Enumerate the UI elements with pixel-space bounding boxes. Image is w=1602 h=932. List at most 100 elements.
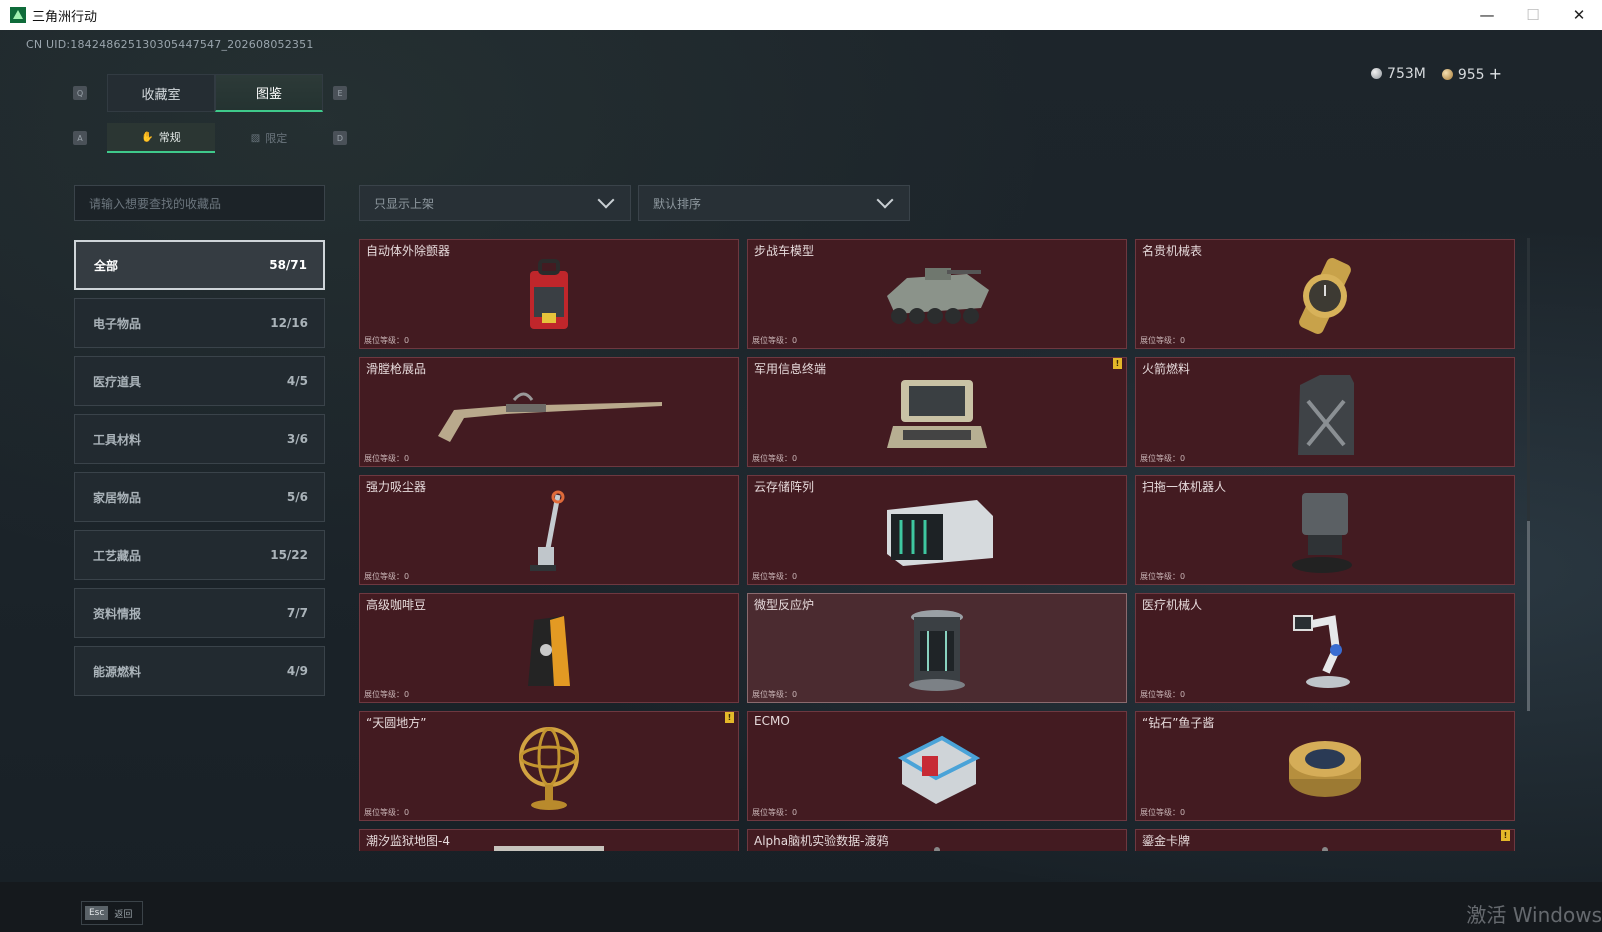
scrollbar-thumb[interactable] <box>1527 521 1530 711</box>
category-label: 能源燃料 <box>93 664 142 679</box>
storage-array-icon <box>748 488 1126 576</box>
bottom-bar: Esc 返回 激活 Windows <box>0 882 1602 932</box>
window-title: 三角洲行动 <box>32 9 98 25</box>
tab-collection-room[interactable]: 收藏室 <box>107 74 215 112</box>
back-button[interactable]: Esc 返回 <box>81 901 143 925</box>
collectible-card[interactable]: 云存储阵列 展位等级：0 <box>747 475 1127 585</box>
shelf-filter-dropdown[interactable]: 只显示上架 <box>359 185 631 221</box>
search-input[interactable]: 请输入想要查找的收藏品 <box>74 185 325 221</box>
reactor-icon <box>748 606 1126 694</box>
gold-coin-icon <box>1441 69 1453 80</box>
category-label: 工艺藏品 <box>93 548 142 563</box>
collectible-card[interactable]: 潮汐监狱地图-4 <box>359 829 739 851</box>
subtab-regular[interactable]: ✋ 常规 <box>107 123 215 153</box>
map-icon <box>360 826 738 851</box>
category-item[interactable]: 工具材料 3/6 <box>74 414 325 464</box>
booth-level-label: 展位等级：0 <box>752 808 798 817</box>
coffee-bag-icon <box>360 606 738 694</box>
key-hint-q: Q <box>73 86 87 100</box>
booth-level-label: 展位等级：0 <box>364 336 410 345</box>
vacuum-icon <box>360 488 738 576</box>
collectible-card[interactable]: 强力吸尘器 展位等级：0 <box>359 475 739 585</box>
silver-coin-icon <box>1371 67 1383 79</box>
silver-currency: 753M <box>1371 66 1426 82</box>
category-count: 4/9 <box>286 664 308 678</box>
subtab-limited[interactable]: ▧ 限定 <box>215 123 323 153</box>
collectible-card[interactable]: 名贵机械表 展位等级：0 <box>1135 239 1515 349</box>
new-item-badge: ! <box>1113 358 1122 369</box>
ifv-model-icon <box>748 252 1126 340</box>
booth-level-label: 展位等级：0 <box>364 454 410 463</box>
maximize-button[interactable]: ☐ <box>1510 0 1556 30</box>
robot-mop-icon <box>1136 488 1514 576</box>
picture-icon: ▧ <box>250 132 261 144</box>
category-item[interactable]: 能源燃料 4/9 <box>74 646 325 696</box>
subtab-limited-label: 限定 <box>265 132 288 145</box>
collectible-card[interactable]: 鎏金卡牌! <box>1135 829 1515 851</box>
subtab-regular-label: 常规 <box>158 131 181 144</box>
category-count: 7/7 <box>286 606 308 620</box>
booth-level-label: 展位等级：0 <box>1140 690 1186 699</box>
key-hint-e: E <box>333 86 347 100</box>
collectible-card[interactable]: 医疗机械人 展位等级：0 <box>1135 593 1515 703</box>
category-count: 5/6 <box>286 490 308 504</box>
booth-level-label: 展位等级：0 <box>364 808 410 817</box>
silver-amount: 753M <box>1387 65 1426 82</box>
collectible-card[interactable]: 步战车模型 展位等级：0 <box>747 239 1127 349</box>
military-terminal-icon <box>748 370 1126 458</box>
category-item[interactable]: 电子物品 12/16 <box>74 298 325 348</box>
booth-level-label: 展位等级：0 <box>752 336 798 345</box>
key-hint-a: A <box>73 131 87 145</box>
shelf-filter-value: 只显示上架 <box>374 196 435 211</box>
sort-dropdown[interactable]: 默认排序 <box>638 185 910 221</box>
category-item[interactable]: 全部 58/71 <box>74 240 325 290</box>
collectible-card[interactable]: Alpha脑机实验数据-渡鸦 <box>747 829 1127 851</box>
medical-robot-icon <box>1136 606 1514 694</box>
new-item-badge: ! <box>725 712 734 723</box>
new-item-badge: ! <box>1501 830 1510 841</box>
category-count: 58/71 <box>269 258 307 272</box>
caviar-tin-icon <box>1136 724 1514 812</box>
booth-level-label: 展位等级：0 <box>364 690 410 699</box>
category-list: 全部 58/71 电子物品 12/16 医疗道具 4/5 工具材料 3/6 家居物品 5/6 工艺藏… <box>74 240 325 704</box>
collection-grid: 自动体外除颤器 展位等级：0 步战车模型 展位等级：0 名贵机械表 展位等级：0 滑膛枪展品… <box>359 239 1523 851</box>
collectible-card[interactable]: “天圆地方”! 展位等级：0 <box>359 711 739 821</box>
collectible-card[interactable]: 自动体外除颤器 展位等级：0 <box>359 239 739 349</box>
collectible-card[interactable]: 滑膛枪展品 展位等级：0 <box>359 357 739 467</box>
main-tabs: 收藏室 图鉴 <box>107 74 323 112</box>
hand-icon: ✋ <box>141 131 154 143</box>
window-titlebar: 三角洲行动 — ☐ ✕ <box>0 0 1602 30</box>
category-item[interactable]: 医疗道具 4/5 <box>74 356 325 406</box>
collectible-card[interactable]: “钻石”鱼子酱 展位等级：0 <box>1135 711 1515 821</box>
defibrillator-icon <box>360 252 738 340</box>
watch-icon <box>1136 252 1514 340</box>
category-item[interactable]: 资料情报 7/7 <box>74 588 325 638</box>
grid-scrollbar[interactable] <box>1527 238 1530 711</box>
fuel-canister-icon <box>1136 370 1514 458</box>
category-item[interactable]: 工艺藏品 15/22 <box>74 530 325 580</box>
gold-currency: 955 + <box>1441 64 1502 83</box>
collectible-card[interactable]: 高级咖啡豆 展位等级：0 <box>359 593 739 703</box>
collectible-card[interactable]: 扫拖一体机器人 展位等级：0 <box>1135 475 1515 585</box>
collectible-card[interactable]: ECMO 展位等级：0 <box>747 711 1127 821</box>
booth-level-label: 展位等级：0 <box>1140 336 1186 345</box>
booth-level-label: 展位等级：0 <box>1140 572 1186 581</box>
minimize-button[interactable]: — <box>1464 0 1510 30</box>
booth-level-label: 展位等级：0 <box>752 572 798 581</box>
tab-catalog[interactable]: 图鉴 <box>215 74 323 112</box>
app-logo-icon <box>10 7 26 23</box>
add-currency-button[interactable]: + <box>1489 64 1502 83</box>
musket-icon <box>360 370 738 458</box>
category-count: 3/6 <box>286 432 308 446</box>
category-item[interactable]: 家居物品 5/6 <box>74 472 325 522</box>
windows-watermark: 激活 Windows <box>1466 903 1602 927</box>
ecmo-icon <box>748 724 1126 812</box>
collectible-card[interactable]: 军用信息终端! 展位等级：0 <box>747 357 1127 467</box>
collectible-card[interactable]: 微型反应炉 展位等级：0 <box>747 593 1127 703</box>
sort-value: 默认排序 <box>653 196 702 211</box>
esc-key: Esc <box>85 906 109 920</box>
collectible-card[interactable]: 火箭燃料 展位等级：0 <box>1135 357 1515 467</box>
close-button[interactable]: ✕ <box>1556 0 1602 30</box>
category-label: 电子物品 <box>93 316 142 331</box>
chevron-down-icon <box>876 191 894 209</box>
